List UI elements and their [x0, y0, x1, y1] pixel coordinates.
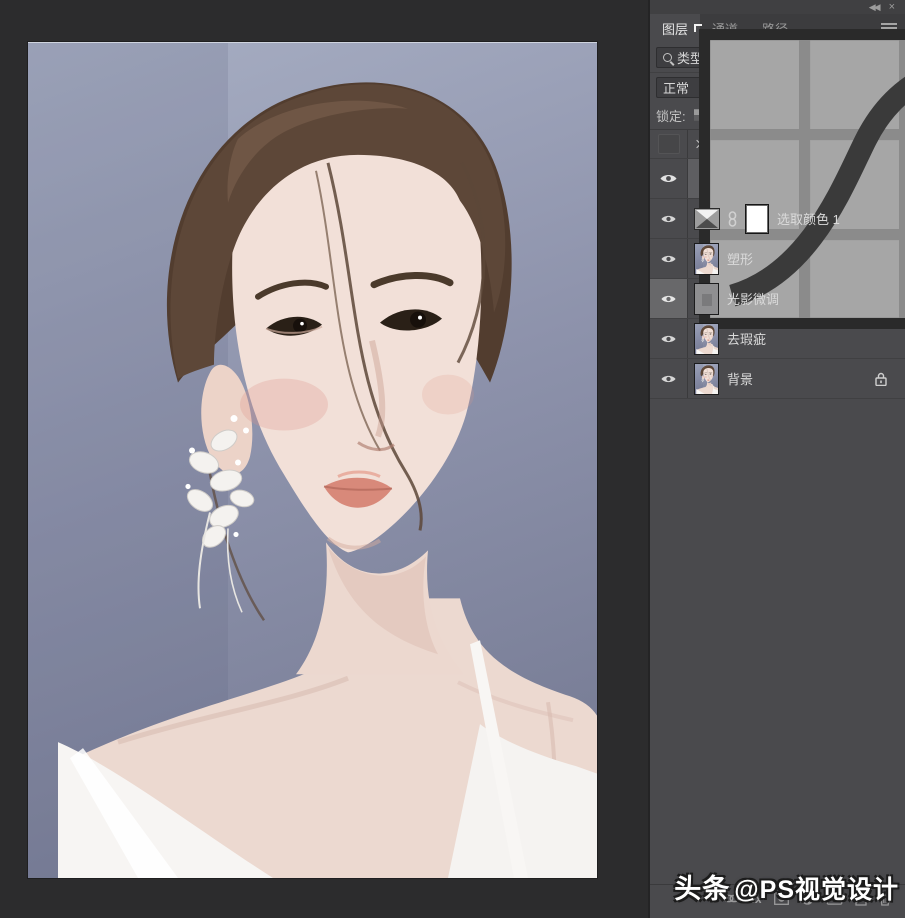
visibility-toggle[interactable] [650, 159, 688, 198]
layers-panel: ◀◀ × 图层 通道 路径 类型 [648, 0, 905, 918]
close-panel-icon[interactable]: × [889, 2, 895, 13]
eye-hidden-icon [658, 134, 680, 154]
eye-icon [661, 334, 676, 344]
visibility-toggle[interactable] [650, 199, 688, 238]
eye-icon [661, 214, 676, 224]
eye-icon [660, 173, 677, 184]
layer-thumbnail[interactable] [694, 363, 719, 395]
blend-mode-value: 正常 [663, 78, 689, 97]
eye-icon [661, 254, 676, 264]
layer-row-curves[interactable]: 曲线 1 [650, 159, 905, 199]
visibility-toggle[interactable] [650, 319, 688, 358]
layer-name: 光影微调 [727, 289, 779, 308]
layer-row-shaping[interactable]: 塑形 [650, 239, 905, 279]
layer-thumbnail[interactable] [694, 243, 719, 275]
layer-row-light-shadow[interactable]: 光影微调 [650, 279, 905, 319]
layer-row-selective-color[interactable]: 选取颜色 1 [650, 199, 905, 239]
layer-name: 去瑕疵 [727, 329, 766, 348]
search-icon [663, 53, 672, 62]
eye-icon [661, 294, 676, 304]
layer-list-empty-area[interactable] [650, 399, 905, 884]
watermark-handle: @PS视觉设计 [734, 876, 899, 904]
tab-layers[interactable]: 图层 [650, 14, 700, 42]
visibility-toggle[interactable] [650, 239, 688, 278]
layer-mask-thumbnail[interactable] [745, 204, 769, 234]
layer-row-background[interactable]: 背景 [650, 359, 905, 399]
mask-link-icon[interactable] [728, 211, 737, 227]
background-lock-icon[interactable] [875, 372, 887, 386]
watermark-brand: 头条 [674, 874, 730, 904]
layer-thumbnail[interactable] [694, 323, 719, 355]
watermark: 头条@PS视觉设计 [674, 867, 899, 906]
document-photo[interactable] [28, 42, 597, 878]
layer-name: 背景 [727, 369, 753, 388]
visibility-toggle[interactable] [650, 279, 688, 318]
lock-label: 锁定: [656, 106, 686, 125]
layer-name: 塑形 [727, 249, 753, 268]
layer-list: 观察层 [650, 130, 905, 399]
layer-name: 选取颜色 1 [777, 209, 840, 228]
panel-header-strip: ◀◀ × [650, 0, 905, 14]
visibility-toggle[interactable] [650, 359, 688, 398]
photoshop-window: ◀◀ × 图层 通道 路径 类型 [0, 0, 905, 918]
eye-icon [661, 374, 676, 384]
selective-color-thumbnail[interactable] [694, 208, 720, 230]
portrait-photo [28, 43, 597, 878]
canvas-area[interactable] [0, 0, 648, 918]
layer-row-blemish-removal[interactable]: 去瑕疵 [650, 319, 905, 359]
layer-thumbnail[interactable] [694, 283, 719, 315]
collapse-panels-icon[interactable]: ◀◀ [869, 3, 879, 12]
visibility-toggle[interactable] [650, 130, 688, 158]
